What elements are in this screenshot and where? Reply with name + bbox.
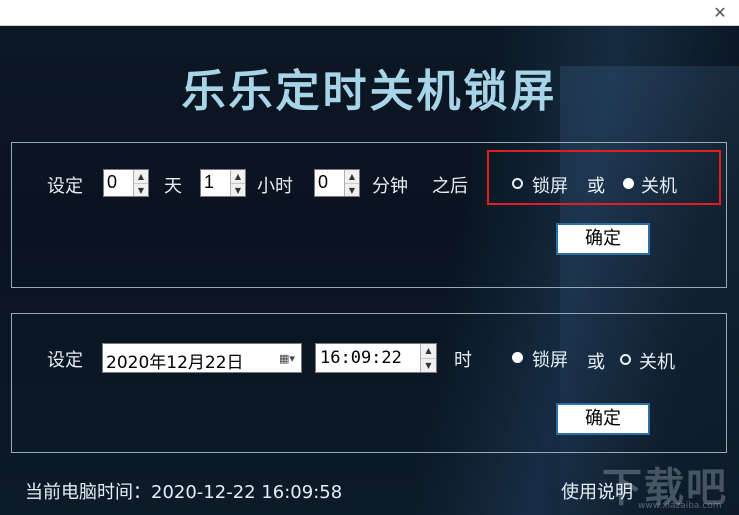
calendar-dropdown-icon[interactable]: ▦▾ — [279, 350, 297, 367]
chevron-down-icon[interactable]: ▼ — [134, 183, 148, 196]
minutes-stepper[interactable]: 0 ▲ ▼ — [314, 169, 360, 197]
date-value[interactable]: 2020年12月22日 — [106, 348, 244, 373]
minutes-unit-label: 分钟 — [372, 176, 408, 197]
hours-value[interactable]: 1 — [204, 172, 214, 193]
countdown-shutdown-label[interactable]: 关机 — [641, 172, 677, 198]
chevron-up-icon[interactable]: ▲ — [134, 170, 148, 183]
days-unit-label: 天 — [164, 176, 182, 197]
date-picker[interactable]: 2020年12月22日 ▦▾ — [102, 343, 302, 373]
days-stepper[interactable]: 0 ▲ ▼ — [103, 169, 149, 197]
chevron-down-icon[interactable]: ▼ — [421, 358, 436, 372]
countdown-lock-radio[interactable] — [512, 178, 523, 189]
minutes-value[interactable]: 0 — [318, 172, 328, 193]
minutes-stepper-arrows[interactable]: ▲ ▼ — [344, 170, 359, 196]
schedule-lock-label[interactable]: 锁屏 — [532, 346, 568, 372]
time-value[interactable]: 16:09:22 — [320, 348, 402, 368]
chevron-up-icon[interactable]: ▲ — [231, 170, 245, 183]
schedule-or-label: 或 — [587, 352, 605, 373]
time-unit-label: 时 — [454, 350, 472, 371]
watermark-logo: 下载吧 www.xiazaiba.com — [602, 455, 734, 513]
schedule-shutdown-label[interactable]: 关机 — [639, 348, 675, 374]
hours-unit-label: 小时 — [257, 176, 293, 197]
hours-stepper-arrows[interactable]: ▲ ▼ — [230, 170, 245, 196]
current-time-label: 当前电脑时间： — [25, 482, 151, 503]
chevron-down-icon[interactable]: ▼ — [345, 183, 359, 196]
days-value[interactable]: 0 — [107, 172, 117, 193]
countdown-or-label: 或 — [587, 176, 605, 197]
after-label: 之后 — [432, 176, 468, 197]
countdown-set-label: 设定 — [47, 176, 83, 197]
schedule-confirm-button[interactable]: 确定 — [556, 403, 650, 435]
schedule-set-label: 设定 — [47, 350, 83, 371]
watermark-url: www.xiazaiba.com — [638, 501, 722, 511]
current-time-value: 2020-12-22 16:09:58 — [151, 482, 343, 503]
schedule-shutdown-radio[interactable] — [620, 354, 631, 365]
schedule-lock-radio[interactable] — [512, 352, 523, 363]
countdown-confirm-button[interactable]: 确定 — [556, 223, 650, 255]
chevron-down-icon[interactable]: ▼ — [231, 183, 245, 196]
window-titlebar: ✕ — [0, 0, 739, 26]
app-title: 乐乐定时关机锁屏 — [181, 66, 558, 117]
countdown-lock-label[interactable]: 锁屏 — [532, 172, 568, 198]
countdown-shutdown-radio[interactable] — [623, 178, 634, 189]
chevron-up-icon[interactable]: ▲ — [421, 344, 436, 358]
days-stepper-arrows[interactable]: ▲ ▼ — [133, 170, 148, 196]
chevron-up-icon[interactable]: ▲ — [345, 170, 359, 183]
time-stepper[interactable]: 16:09:22 ▲ ▼ — [315, 343, 437, 373]
hours-stepper[interactable]: 1 ▲ ▼ — [200, 169, 246, 197]
time-stepper-arrows[interactable]: ▲ ▼ — [420, 344, 436, 372]
close-icon[interactable]: ✕ — [709, 2, 731, 24]
current-time-status: 当前电脑时间：2020-12-22 16:09:58 — [25, 478, 342, 504]
